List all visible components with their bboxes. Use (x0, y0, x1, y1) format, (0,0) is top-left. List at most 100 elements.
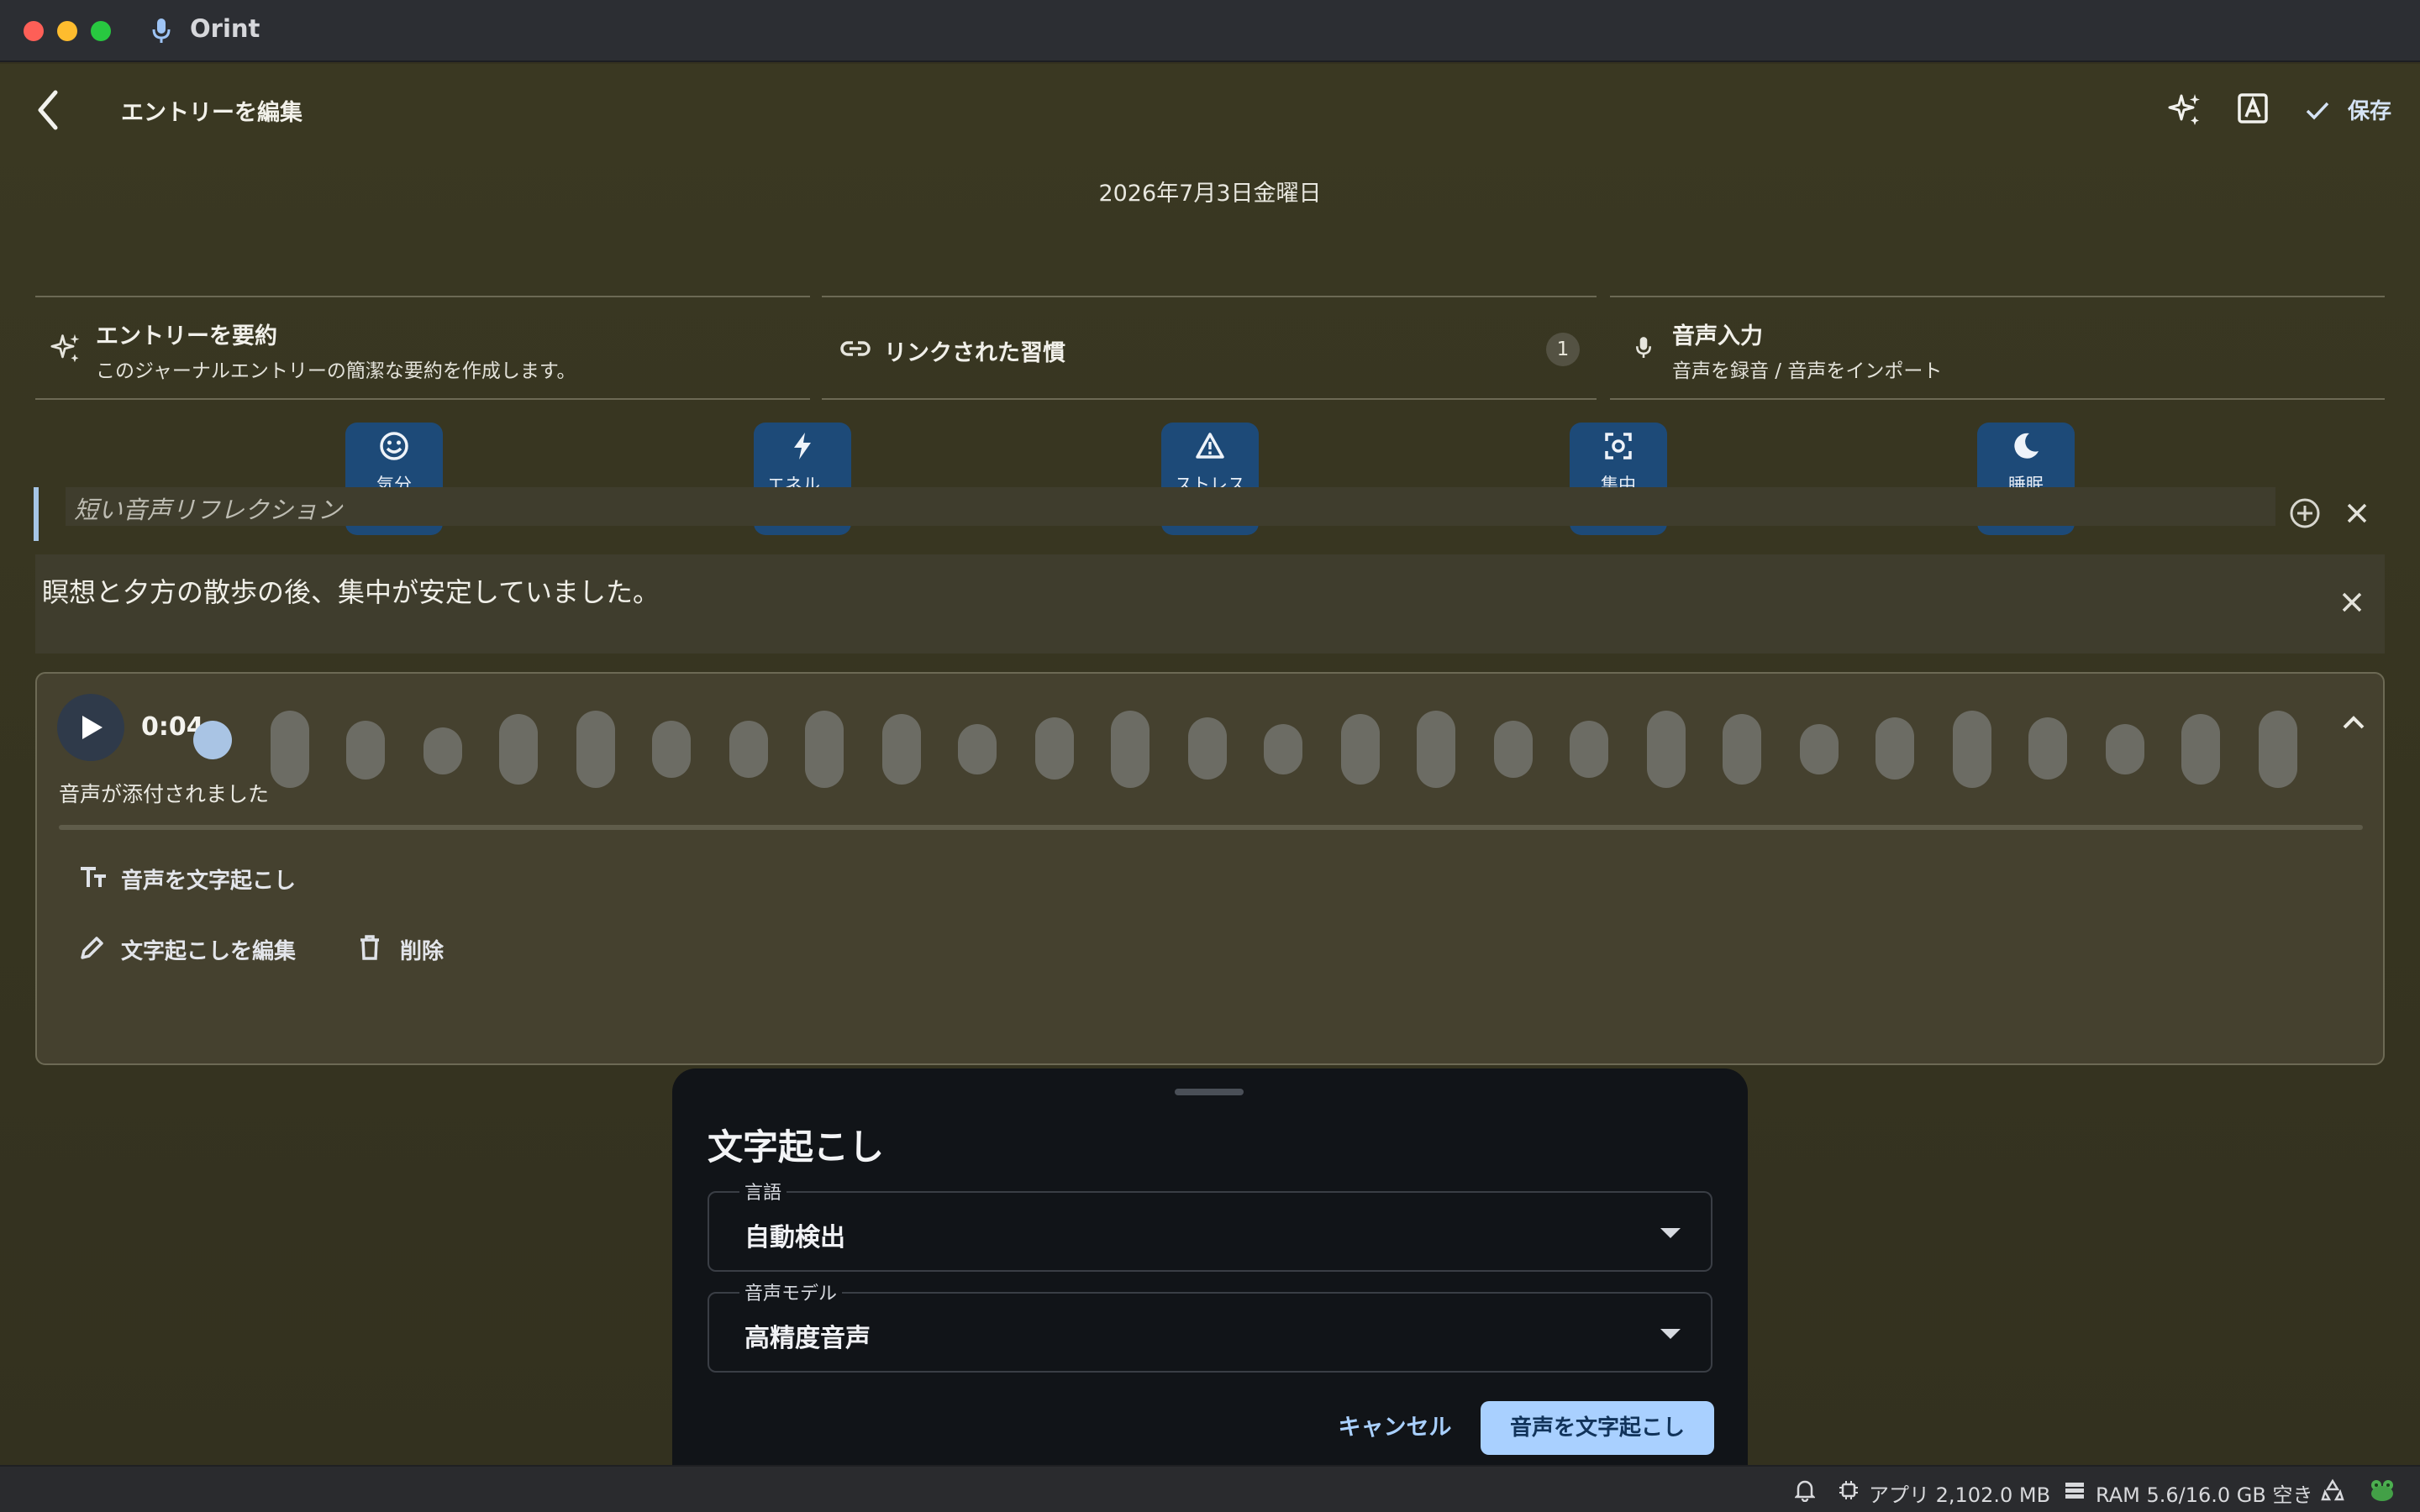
waveform-bar (1494, 721, 1533, 778)
delete-label: 削除 (400, 939, 445, 964)
moon-icon (2014, 433, 2039, 459)
waveform-bar (576, 711, 615, 788)
microphone-icon (1636, 337, 1651, 358)
back-arrow-icon[interactable] (34, 89, 62, 131)
waveform-bar (652, 721, 691, 778)
warning-icon (1196, 433, 1224, 459)
waveform-bar (1111, 711, 1150, 788)
link-icon (840, 341, 871, 356)
chevron-down-icon (1660, 1228, 1681, 1238)
waveform-bar (729, 721, 768, 778)
sparkle-icon[interactable] (2168, 92, 2203, 128)
waveform-bar (499, 714, 538, 785)
text-fields-icon (81, 867, 106, 887)
microphone-icon (152, 18, 171, 43)
language-value: 自動検出 (744, 1223, 845, 1252)
title-input[interactable]: 短い音声リフレクション (66, 487, 2275, 526)
close-icon[interactable] (2339, 590, 2365, 615)
entry-date: 2026年7月3日金曜日 (1098, 181, 1322, 207)
voice-input-subtitle: 音声を録音 / 音声をインポート (1672, 360, 1943, 382)
bell-icon[interactable] (1795, 1478, 1815, 1502)
memory-icon (2065, 1483, 2084, 1499)
play-button[interactable] (57, 694, 124, 761)
summarize-card-subtitle: このジャーナルエントリーの簡潔な要約を作成します。 (96, 360, 576, 382)
sheet-title: 文字起こし (708, 1126, 885, 1168)
language-label: 言語 (739, 1178, 787, 1205)
pencil-icon (81, 937, 103, 959)
transcribe-audio-button[interactable]: 音声を文字起こし (79, 860, 331, 897)
ram-readout: RAM 5.6/16.0 GB 空き (2096, 1483, 2313, 1507)
play-icon (82, 716, 103, 739)
close-window-button[interactable] (24, 21, 44, 41)
add-circle-icon[interactable] (2289, 497, 2321, 529)
waveform-bar (271, 711, 309, 788)
waveform-bar (1647, 711, 1686, 788)
waveform-bar (2028, 717, 2067, 780)
waveform-bar (346, 721, 385, 780)
waveform-bar (1417, 711, 1455, 788)
waveform-bar (1188, 717, 1227, 780)
entry-editor: エントリーを編集 保存 2026年7月3日金曜日 エントリーを要約 このジャーナ… (0, 64, 2420, 1488)
minimize-window-button[interactable] (57, 21, 77, 41)
voice-input-card[interactable]: 音声入力 音声を録音 / 音声をインポート (1610, 296, 2385, 400)
frog-icon[interactable] (2368, 1477, 2396, 1504)
waveform-bar (1876, 717, 1914, 780)
waveform-bar (2259, 711, 2297, 788)
waveform-bar (1035, 717, 1074, 780)
linked-habits-card[interactable]: リンクされた習慣 1 (822, 296, 1597, 400)
close-icon[interactable] (2344, 501, 2370, 526)
transcribe-bottom-sheet: 文字起こし 言語 自動検出 音声モデル 高精度音声 キャンセル 音声を文字起こし (672, 1068, 1748, 1488)
cpu-icon (1839, 1481, 1858, 1499)
cancel-button[interactable]: キャンセル (1328, 1401, 1462, 1455)
waveform-bar (882, 714, 921, 785)
waveform-bar (1800, 724, 1839, 774)
waveform-bar (424, 727, 462, 774)
waveform-bar (1953, 711, 1991, 788)
entry-body-field[interactable]: 瞑想と夕方の散歩の後、集中が安定していました。 (35, 554, 2385, 654)
chevron-down-icon (1660, 1329, 1681, 1339)
waveform-bar (1264, 724, 1302, 774)
audio-waveform[interactable] (193, 696, 2395, 788)
sparkle-icon (50, 333, 80, 363)
save-label: 保存 (2348, 99, 2392, 124)
text-format-icon[interactable] (2237, 92, 2269, 124)
app-memory-readout: アプリ 2,102.0 MB (1869, 1483, 2051, 1507)
maximize-window-button[interactable] (91, 21, 111, 41)
audio-status: 音声が添付されました (59, 782, 270, 806)
check-icon (2306, 102, 2329, 120)
voice-model-select[interactable]: 音声モデル 高精度音声 (708, 1278, 1712, 1373)
waveform-bar (1341, 714, 1380, 785)
transcribe-audio-label: 音声を文字起こし (121, 869, 297, 894)
system-status-bar: アプリ 2,102.0 MB RAM 5.6/16.0 GB 空き (0, 1465, 2420, 1512)
sheet-drag-handle[interactable] (1175, 1089, 1244, 1095)
voice-model-label: 音声モデル (739, 1278, 843, 1305)
edit-transcript-label: 文字起こしを編集 (121, 939, 297, 964)
chevron-up-icon[interactable] (2341, 714, 2366, 731)
save-button[interactable]: 保存 (2304, 94, 2403, 128)
summarize-entry-card[interactable]: エントリーを要約 このジャーナルエントリーの簡潔な要約を作成します。 (35, 296, 810, 400)
window-titlebar: Orint (0, 0, 2420, 62)
focus-icon (1605, 433, 1632, 459)
voice-model-value: 高精度音声 (744, 1324, 871, 1353)
confirm-transcribe-button[interactable]: 音声を文字起こし (1481, 1401, 1714, 1455)
edit-transcript-button[interactable]: 文字起こしを編集 (79, 931, 331, 968)
delete-audio-button[interactable]: 削除 (358, 931, 459, 968)
waveform-bar (1723, 714, 1761, 785)
waveform-bar (805, 711, 844, 788)
smile-icon (380, 432, 408, 460)
audio-progress-track[interactable] (59, 825, 2363, 830)
app-title: Orint (190, 14, 260, 43)
language-select[interactable]: 言語 自動検出 (708, 1178, 1712, 1272)
linked-habits-title: リンクされた習慣 (884, 340, 1065, 366)
playhead[interactable] (193, 721, 232, 759)
waveform-bar (958, 724, 997, 774)
waveform-bar (2181, 714, 2220, 785)
audio-attachment-card: 0:04 音声が添付されました 音声を文字起こし 文字起こしを編集 削除 (35, 672, 2385, 1065)
trash-icon (360, 935, 379, 960)
input-accent-bar (34, 487, 39, 541)
recycle-icon[interactable] (2321, 1478, 2344, 1502)
summarize-card-title: エントリーを要約 (96, 323, 277, 349)
waveform-bar (1570, 721, 1608, 778)
voice-input-title: 音声入力 (1672, 323, 1763, 349)
bolt-icon (794, 433, 811, 459)
